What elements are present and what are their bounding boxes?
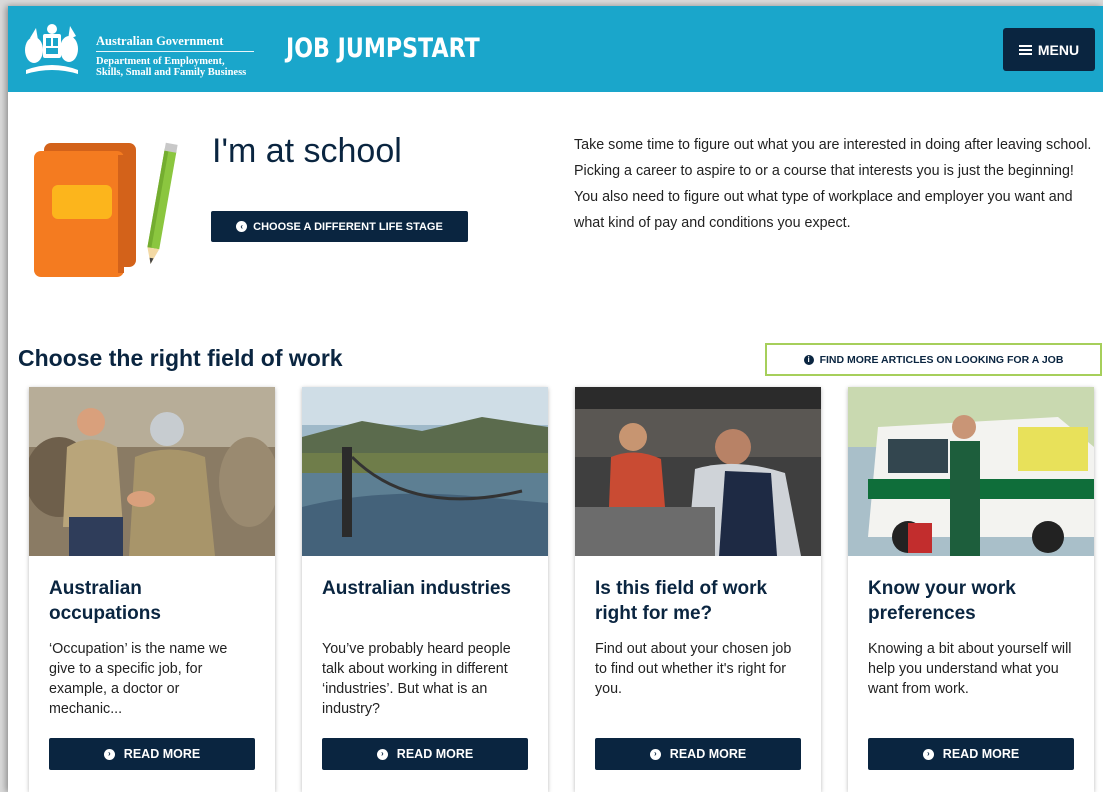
read-more-button[interactable]: › READ MORE	[49, 738, 255, 770]
section-title: Choose the right field of work	[18, 345, 343, 371]
card-work-preferences[interactable]: Know your work preferences Knowing a bit…	[848, 387, 1094, 792]
chevron-circle-right-icon: ›	[376, 748, 388, 760]
card-description: Find out about your chosen job to find o…	[595, 641, 792, 697]
department-line-1: Department of Employment,	[96, 56, 225, 67]
read-more-label: READ MORE	[669, 747, 747, 761]
coat-of-arms-icon	[25, 24, 78, 74]
job-jumpstart-logo[interactable]: JOB JUMPSTART	[286, 34, 480, 64]
chevron-circle-right-icon: ›	[103, 748, 115, 760]
card-australian-occupations[interactable]: Australian occupations ‘Occupation’ is t…	[29, 387, 275, 792]
card-title: Is this field of work right for me?	[595, 578, 768, 624]
government-logo[interactable]: Australian Government Department of Empl…	[22, 20, 262, 80]
chevron-circle-right-icon: ›	[649, 748, 661, 760]
card-image-mechanic[interactable]	[575, 387, 821, 556]
info-circle-icon: i	[803, 354, 814, 365]
site-header: Australian Government Department of Empl…	[8, 6, 1103, 92]
page-title: I'm at school	[212, 132, 402, 170]
card-title: Australian occupations	[49, 578, 161, 624]
read-more-button[interactable]: › READ MORE	[595, 738, 801, 770]
intro-paragraph: Take some time to figure out what you ar…	[574, 137, 1092, 231]
browser-page: Australian Government Department of Empl…	[8, 6, 1103, 792]
chevron-circle-left-icon: ‹	[236, 221, 248, 232]
card-description: Knowing a bit about yourself will help y…	[868, 641, 1072, 697]
menu-button[interactable]: MENU	[1003, 28, 1095, 71]
read-more-label: READ MORE	[123, 747, 201, 761]
card-description: ‘Occupation’ is the name we give to a sp…	[49, 641, 228, 717]
card-image-wildlife-keepers[interactable]	[29, 387, 275, 556]
choose-life-stage-button[interactable]: ‹ CHOOSE A DIFFERENT LIFE STAGE	[211, 211, 468, 242]
card-image-fish-farm[interactable]	[302, 387, 548, 556]
card-description: You’ve probably heard people talk about …	[322, 641, 511, 717]
book-and-pencil-icon	[34, 142, 178, 277]
government-name: Australian Government	[96, 34, 254, 52]
read-more-label: READ MORE	[942, 747, 1020, 761]
read-more-button[interactable]: › READ MORE	[322, 738, 528, 770]
card-image-paramedic[interactable]	[848, 387, 1094, 556]
hamburger-icon	[1018, 44, 1032, 55]
read-more-button[interactable]: › READ MORE	[868, 738, 1074, 770]
menu-label: MENU	[1037, 41, 1080, 58]
card-title: Know your work preferences	[868, 578, 1016, 624]
chevron-circle-right-icon: ›	[922, 748, 934, 760]
choose-life-stage-label: CHOOSE A DIFFERENT LIFE STAGE	[253, 220, 443, 233]
government-text: Australian Government Department of Empl…	[96, 34, 254, 78]
card-australian-industries[interactable]: Australian industries You’ve probably he…	[302, 387, 548, 792]
department-line-2: Skills, Small and Family Business	[96, 67, 247, 78]
read-more-label: READ MORE	[396, 747, 474, 761]
card-is-this-field-right[interactable]: Is this field of work right for me? Find…	[575, 387, 821, 792]
find-more-articles-label: FIND MORE ARTICLES ON LOOKING FOR A JOB	[819, 353, 1064, 366]
find-more-articles-button[interactable]: i FIND MORE ARTICLES ON LOOKING FOR A JO…	[765, 343, 1102, 376]
card-title: Australian industries	[322, 578, 511, 599]
